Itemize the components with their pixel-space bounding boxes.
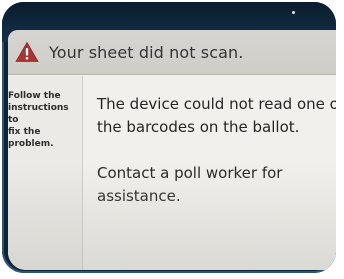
instructions-text-content: Follow the instructions to fix the probl… [8,91,69,149]
instructions-text: Follow the instructions to fix the probl… [8,90,80,150]
error-message: The device could not read one of the bar… [97,93,336,208]
instructions-sidebar: Follow the instructions to fix the probl… [8,76,83,270]
photo-frame: Your sheet did not scan. Follow the inst… [0,0,344,279]
message-line-2a: Contact a poll worker for [97,164,283,182]
message-line-1b: the barcodes on the ballot. [97,118,300,136]
message-line-1a: The device could not read one of [97,95,336,113]
bezel-sensor-dot [292,11,295,14]
error-title: Your sheet did not scan. [49,42,244,62]
screen-bezel: Your sheet did not scan. Follow the inst… [2,2,336,273]
message-line-2b: assistance. [97,187,181,205]
device-screen: Your sheet did not scan. Follow the inst… [8,30,336,270]
error-header: Your sheet did not scan. [8,30,336,75]
warning-icon [15,41,39,63]
